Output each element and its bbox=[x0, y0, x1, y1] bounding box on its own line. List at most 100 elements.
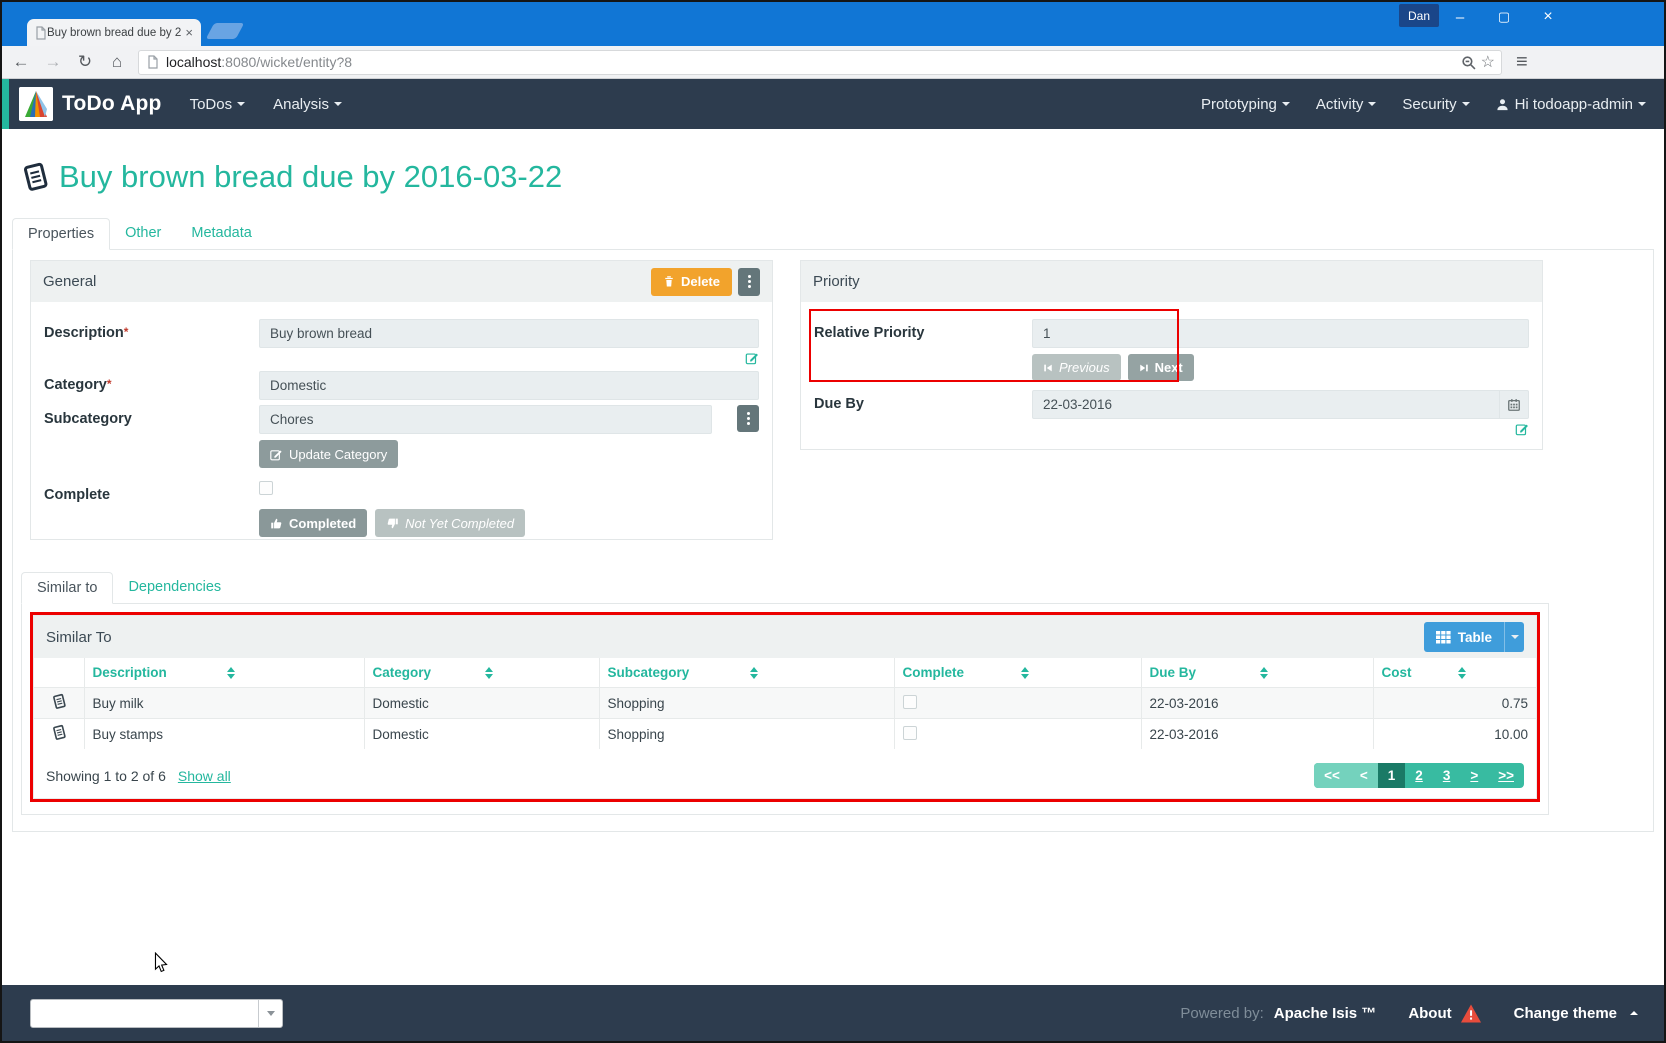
app-logo-icon bbox=[19, 87, 53, 121]
page-3[interactable]: 3 bbox=[1433, 763, 1461, 788]
tab-other[interactable]: Other bbox=[110, 218, 176, 250]
column-complete[interactable]: Complete bbox=[894, 658, 1141, 688]
delete-button[interactable]: Delete bbox=[651, 268, 732, 296]
back-icon[interactable]: ← bbox=[8, 52, 34, 72]
warning-icon bbox=[1460, 1004, 1482, 1023]
table-header-row: Description Category Subcategory Complet… bbox=[34, 658, 1536, 688]
new-tab-button[interactable] bbox=[206, 23, 245, 39]
page-content: Buy brown bread due by 2016-03-22 Proper… bbox=[2, 159, 1664, 1019]
column-cost[interactable]: Cost bbox=[1373, 658, 1536, 688]
page-first[interactable]: << bbox=[1314, 763, 1350, 788]
similar-to-panel: Similar To Table bbox=[33, 615, 1537, 799]
forward-icon[interactable]: → bbox=[40, 52, 66, 72]
caret-down-icon bbox=[1462, 102, 1470, 106]
table-row[interactable]: Buy milk Domestic Shopping 22-03-2016 0.… bbox=[34, 688, 1536, 719]
menu-prototyping[interactable]: Prototyping bbox=[1201, 96, 1290, 113]
zoom-icon[interactable] bbox=[1461, 55, 1476, 70]
minimize-button[interactable]: – bbox=[1440, 2, 1480, 32]
thumbs-up-icon bbox=[270, 517, 283, 530]
caret-down-icon bbox=[267, 1011, 275, 1016]
profile-badge[interactable]: Dan bbox=[1399, 4, 1439, 27]
change-theme-link[interactable]: Change theme bbox=[1514, 1005, 1638, 1022]
similar-to-table: Description Category Subcategory Complet… bbox=[34, 658, 1536, 749]
page-2[interactable]: 2 bbox=[1405, 763, 1433, 788]
subcategory-label: Subcategory bbox=[44, 405, 259, 434]
menu-user[interactable]: Hi todoapp-admin bbox=[1496, 96, 1646, 113]
app-brand[interactable]: ToDo App bbox=[19, 87, 162, 121]
menu-analysis[interactable]: Analysis bbox=[273, 96, 342, 113]
caret-up-icon bbox=[1630, 1011, 1638, 1015]
general-actions-button[interactable] bbox=[738, 268, 760, 296]
cell-due-by: 22-03-2016 bbox=[1141, 719, 1373, 750]
browser-tab[interactable]: Buy brown bread due by 2 × bbox=[27, 19, 201, 46]
url-text: localhost:8080/wicket/entity?8 bbox=[166, 54, 1456, 70]
subcategory-field[interactable] bbox=[259, 405, 712, 434]
not-yet-completed-button[interactable]: Not Yet Completed bbox=[375, 509, 525, 537]
row-complete-checkbox bbox=[903, 695, 917, 709]
edit-due-by-icon[interactable] bbox=[1515, 422, 1529, 441]
column-category[interactable]: Category bbox=[364, 658, 599, 688]
table-view-button[interactable]: Table bbox=[1424, 622, 1524, 652]
table-view-dropdown[interactable] bbox=[1504, 622, 1524, 652]
similar-to-pane: Similar To Table bbox=[21, 604, 1549, 815]
table-footer: Showing 1 to 2 of 6 Show all << < 1 2 3 … bbox=[34, 749, 1536, 798]
cell-description[interactable]: Buy milk bbox=[84, 688, 364, 719]
table-icon bbox=[1436, 631, 1451, 644]
page-1[interactable]: 1 bbox=[1378, 763, 1406, 788]
cell-description[interactable]: Buy stamps bbox=[84, 719, 364, 750]
app-navbar: ToDo App ToDos Analysis Prototyping Acti… bbox=[2, 79, 1664, 129]
tab-close-icon[interactable]: × bbox=[183, 25, 195, 40]
about-link[interactable]: About bbox=[1408, 1004, 1481, 1023]
sort-icon bbox=[227, 667, 356, 679]
maximize-button[interactable]: ▢ bbox=[1484, 2, 1524, 32]
complete-checkbox[interactable] bbox=[259, 481, 273, 495]
app-footer: Powered by:Apache Isis ™ About Change th… bbox=[2, 985, 1664, 1041]
cell-category: Domestic bbox=[364, 688, 599, 719]
required-mark: * bbox=[124, 325, 129, 339]
url-bar[interactable]: localhost:8080/wicket/entity?8 ☆ bbox=[138, 50, 1502, 75]
show-all-link[interactable]: Show all bbox=[178, 768, 231, 784]
category-field[interactable] bbox=[259, 371, 759, 400]
url-path: :8080/wicket/entity?8 bbox=[221, 54, 352, 70]
description-label: Description* bbox=[44, 319, 259, 348]
completed-button[interactable]: Completed bbox=[259, 509, 367, 537]
select-dropdown[interactable] bbox=[258, 1000, 282, 1027]
update-category-button[interactable]: Update Category bbox=[259, 440, 398, 468]
tab-dependencies[interactable]: Dependencies bbox=[113, 572, 236, 604]
edit-description-icon[interactable] bbox=[745, 351, 759, 370]
table-row[interactable]: Buy stamps Domestic Shopping 22-03-2016 … bbox=[34, 719, 1536, 750]
todo-note-icon bbox=[51, 693, 67, 710]
caret-down-icon bbox=[1282, 102, 1290, 106]
column-due-by[interactable]: Due By bbox=[1141, 658, 1373, 688]
page-next[interactable]: > bbox=[1460, 763, 1488, 788]
page-prev[interactable]: < bbox=[1350, 763, 1378, 788]
tab-properties[interactable]: Properties bbox=[12, 218, 110, 250]
home-icon[interactable]: ⌂ bbox=[104, 52, 130, 72]
sort-icon bbox=[750, 667, 886, 679]
relative-priority-label: Relative Priority bbox=[814, 319, 1032, 348]
close-button[interactable]: × bbox=[1528, 2, 1568, 32]
reload-icon[interactable]: ↻ bbox=[72, 52, 98, 72]
tab-metadata[interactable]: Metadata bbox=[176, 218, 266, 250]
subcategory-actions-button[interactable] bbox=[737, 405, 759, 432]
bookmark-star-icon[interactable]: ☆ bbox=[1481, 52, 1495, 72]
next-button[interactable]: Next bbox=[1128, 354, 1194, 381]
column-description[interactable]: Description bbox=[84, 658, 364, 688]
relative-priority-field[interactable] bbox=[1032, 319, 1529, 348]
browser-menu-icon[interactable]: ≡ bbox=[1516, 51, 1528, 74]
menu-security[interactable]: Security bbox=[1402, 96, 1469, 113]
browser-toolbar: ← → ↻ ⌂ localhost:8080/wicket/entity?8 ☆… bbox=[2, 46, 1664, 79]
todo-note-icon bbox=[20, 161, 50, 193]
description-field[interactable] bbox=[259, 319, 759, 348]
previous-button[interactable]: Previous bbox=[1032, 354, 1121, 381]
due-by-field[interactable] bbox=[1032, 390, 1500, 419]
calendar-addon[interactable] bbox=[1500, 390, 1529, 419]
page-last[interactable]: >> bbox=[1488, 763, 1524, 788]
caret-down-icon bbox=[1638, 102, 1646, 106]
menu-activity[interactable]: Activity bbox=[1316, 96, 1377, 113]
footer-select[interactable] bbox=[30, 999, 283, 1028]
menu-todos[interactable]: ToDos bbox=[190, 96, 246, 113]
powered-by-value[interactable]: Apache Isis ™ bbox=[1274, 1005, 1377, 1022]
column-subcategory[interactable]: Subcategory bbox=[599, 658, 894, 688]
tab-similar-to[interactable]: Similar to bbox=[21, 572, 113, 604]
